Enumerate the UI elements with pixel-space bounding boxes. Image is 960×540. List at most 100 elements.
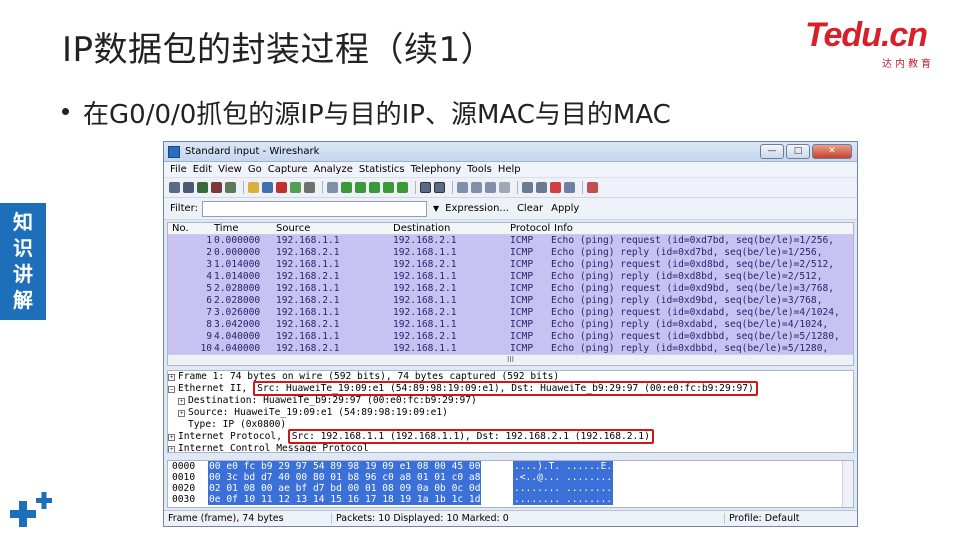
menu-telephony[interactable]: Telephony	[411, 164, 462, 175]
go-back-icon[interactable]	[341, 182, 352, 193]
hex-ascii[interactable]: ........ ........	[513, 494, 614, 505]
detail-ethernet-row[interactable]: − Ethernet II, Src: HuaweiTe_19:09:e1 (54…	[168, 381, 853, 396]
packet-cell-info: Echo (ping) request (id=0xdbbd, seq(be/l…	[551, 331, 840, 342]
main-toolbar	[164, 178, 857, 198]
packet-cell-src: 192.168.1.1	[276, 307, 340, 318]
go-to-packet-icon[interactable]	[369, 182, 380, 193]
packet-row[interactable]: 6 2.028000 192.168.2.1 192.168.1.1 ICMP Echo …	[168, 295, 853, 307]
minimize-button[interactable]: —	[760, 144, 784, 159]
detail-eth-src-row[interactable]: + Source: HuaweiTe_19:09:e1 (54:89:98:19:…	[168, 407, 853, 419]
hex-bytes[interactable]: 02 01 08 00 ae bf d7 bd 00 01 08 09 0a 0…	[208, 483, 482, 494]
hex-bytes[interactable]: 00 3c bd d7 40 00 80 01 b8 96 c0 a8 01 0…	[208, 472, 482, 483]
detail-eth-dst-text: Destination: HuaweiTe_b9:29:97 (00:e0:fc…	[188, 395, 477, 406]
window-titlebar[interactable]: Standard input - Wireshark — □ ✕	[164, 142, 857, 162]
packet-details-pane[interactable]: + Frame 1: 74 bytes on wire (592 bits), 7…	[167, 370, 854, 453]
clear-button[interactable]: Clear	[517, 203, 543, 214]
zoom-normal-icon[interactable]	[485, 182, 496, 193]
packet-row[interactable]: 3 1.014000 192.168.1.1 192.168.2.1 ICMP Echo …	[168, 259, 853, 271]
collapse-icon[interactable]: −	[168, 386, 175, 393]
hex-ascii[interactable]: ........ ........	[513, 483, 614, 494]
packet-row[interactable]: 7 3.026000 192.168.1.1 192.168.2.1 ICMP Echo …	[168, 307, 853, 319]
packet-list-hscrollbar[interactable]: III	[168, 354, 853, 365]
expression-button[interactable]: Expression...	[445, 203, 509, 214]
first-packet-icon[interactable]	[383, 182, 394, 193]
resize-columns-icon[interactable]	[499, 182, 510, 193]
packet-row[interactable]: 4 1.014000 192.168.2.1 192.168.1.1 ICMP Echo …	[168, 271, 853, 283]
maximize-button[interactable]: □	[786, 144, 810, 159]
display-filters-icon[interactable]	[536, 182, 547, 193]
capture-filters-icon[interactable]	[522, 182, 533, 193]
column-header-protocol[interactable]: Protocol	[510, 223, 550, 234]
hex-bytes[interactable]: 00 e0 fc b9 29 97 54 89 98 19 09 e1 08 0…	[208, 461, 482, 472]
start-capture-icon[interactable]	[197, 182, 208, 193]
packet-cell-src: 192.168.1.1	[276, 283, 340, 294]
menu-tools[interactable]: Tools	[467, 164, 492, 175]
open-file-icon[interactable]	[248, 182, 259, 193]
preferences-icon[interactable]	[564, 182, 575, 193]
filter-dropdown-icon[interactable]: ▼	[433, 204, 439, 213]
last-packet-icon[interactable]	[397, 182, 408, 193]
detail-icmp-row[interactable]: + Internet Control Message Protocol	[168, 443, 853, 452]
help-icon[interactable]	[587, 182, 598, 193]
menu-file[interactable]: File	[170, 164, 187, 175]
go-forward-icon[interactable]	[355, 182, 366, 193]
zoom-in-icon[interactable]	[457, 182, 468, 193]
menu-view[interactable]: View	[218, 164, 242, 175]
column-header-no[interactable]: No.	[172, 223, 210, 234]
packet-row[interactable]: 1 0.000000 192.168.1.1 192.168.2.1 ICMP Echo …	[168, 235, 853, 247]
section-tab: 知 识 讲 解	[0, 203, 46, 320]
section-tab-char: 识	[13, 236, 33, 260]
packet-row[interactable]: 8 3.042000 192.168.2.1 192.168.1.1 ICMP Echo …	[168, 319, 853, 331]
status-profile[interactable]: Profile: Default	[725, 513, 857, 524]
menu-go[interactable]: Go	[248, 164, 262, 175]
apply-button[interactable]: Apply	[551, 203, 579, 214]
hex-bytes[interactable]: 0e 0f 10 11 12 13 14 15 16 17 18 19 1a 1…	[208, 494, 482, 505]
interfaces-icon[interactable]	[169, 182, 180, 193]
expand-icon[interactable]: +	[168, 446, 175, 452]
expand-icon[interactable]: +	[168, 374, 175, 381]
hex-ascii[interactable]: .<..@... ........	[513, 472, 614, 483]
packet-cell-proto: ICMP	[510, 295, 534, 306]
menu-statistics[interactable]: Statistics	[359, 164, 405, 175]
packet-bytes-pane[interactable]: 0000 00 e0 fc b9 29 97 54 89 98 19 09 e1…	[167, 460, 854, 508]
detail-ip-row[interactable]: + Internet Protocol, Src: 192.168.1.1 (19…	[168, 429, 853, 444]
menu-analyze[interactable]: Analyze	[313, 164, 352, 175]
stop-capture-icon[interactable]	[211, 182, 222, 193]
column-header-destination[interactable]: Destination	[393, 223, 450, 234]
packet-cell-no: 8	[206, 319, 212, 330]
packet-row[interactable]: 5 2.028000 192.168.1.1 192.168.2.1 ICMP Echo …	[168, 283, 853, 295]
hex-ascii[interactable]: ....).T. ......E.	[513, 461, 614, 472]
menu-edit[interactable]: Edit	[193, 164, 212, 175]
menu-capture[interactable]: Capture	[268, 164, 308, 175]
display-filter-input[interactable]	[201, 200, 427, 217]
column-header-source[interactable]: Source	[276, 223, 310, 234]
packet-cell-src: 192.168.2.1	[276, 319, 340, 330]
expand-icon[interactable]: +	[168, 434, 175, 441]
packet-cell-time: 1.014000	[214, 259, 261, 270]
options-icon[interactable]	[183, 182, 194, 193]
packet-row[interactable]: 9 4.040000 192.168.1.1 192.168.2.1 ICMP Echo …	[168, 331, 853, 343]
menu-help[interactable]: Help	[498, 164, 521, 175]
hex-vscrollbar[interactable]	[842, 461, 853, 507]
colorize-icon[interactable]	[420, 182, 431, 193]
column-header-time[interactable]: Time	[214, 223, 238, 234]
expand-icon[interactable]: +	[178, 410, 185, 417]
print-icon[interactable]	[304, 182, 315, 193]
auto-scroll-icon[interactable]	[434, 182, 445, 193]
save-file-icon[interactable]	[262, 182, 273, 193]
reload-icon[interactable]	[290, 182, 301, 193]
packet-row[interactable]: 2 0.000000 192.168.2.1 192.168.1.1 ICMP Echo …	[168, 247, 853, 259]
column-header-info[interactable]: Info	[554, 223, 573, 234]
zoom-out-icon[interactable]	[471, 182, 482, 193]
packet-cell-no: 1	[206, 235, 212, 246]
expand-icon[interactable]: +	[178, 398, 185, 405]
packet-list-pane[interactable]: No. Time Source Destination Protocol Inf…	[167, 222, 854, 366]
packet-cell-proto: ICMP	[510, 283, 534, 294]
close-file-icon[interactable]	[276, 182, 287, 193]
restart-capture-icon[interactable]	[225, 182, 236, 193]
close-button[interactable]: ✕	[812, 144, 852, 159]
coloring-rules-icon[interactable]	[550, 182, 561, 193]
status-packets: Packets: 10 Displayed: 10 Marked: 0	[332, 513, 725, 524]
find-packet-icon[interactable]	[327, 182, 338, 193]
detail-eth-dst-row[interactable]: + Destination: HuaweiTe_b9:29:97 (00:e0:f…	[168, 395, 853, 407]
